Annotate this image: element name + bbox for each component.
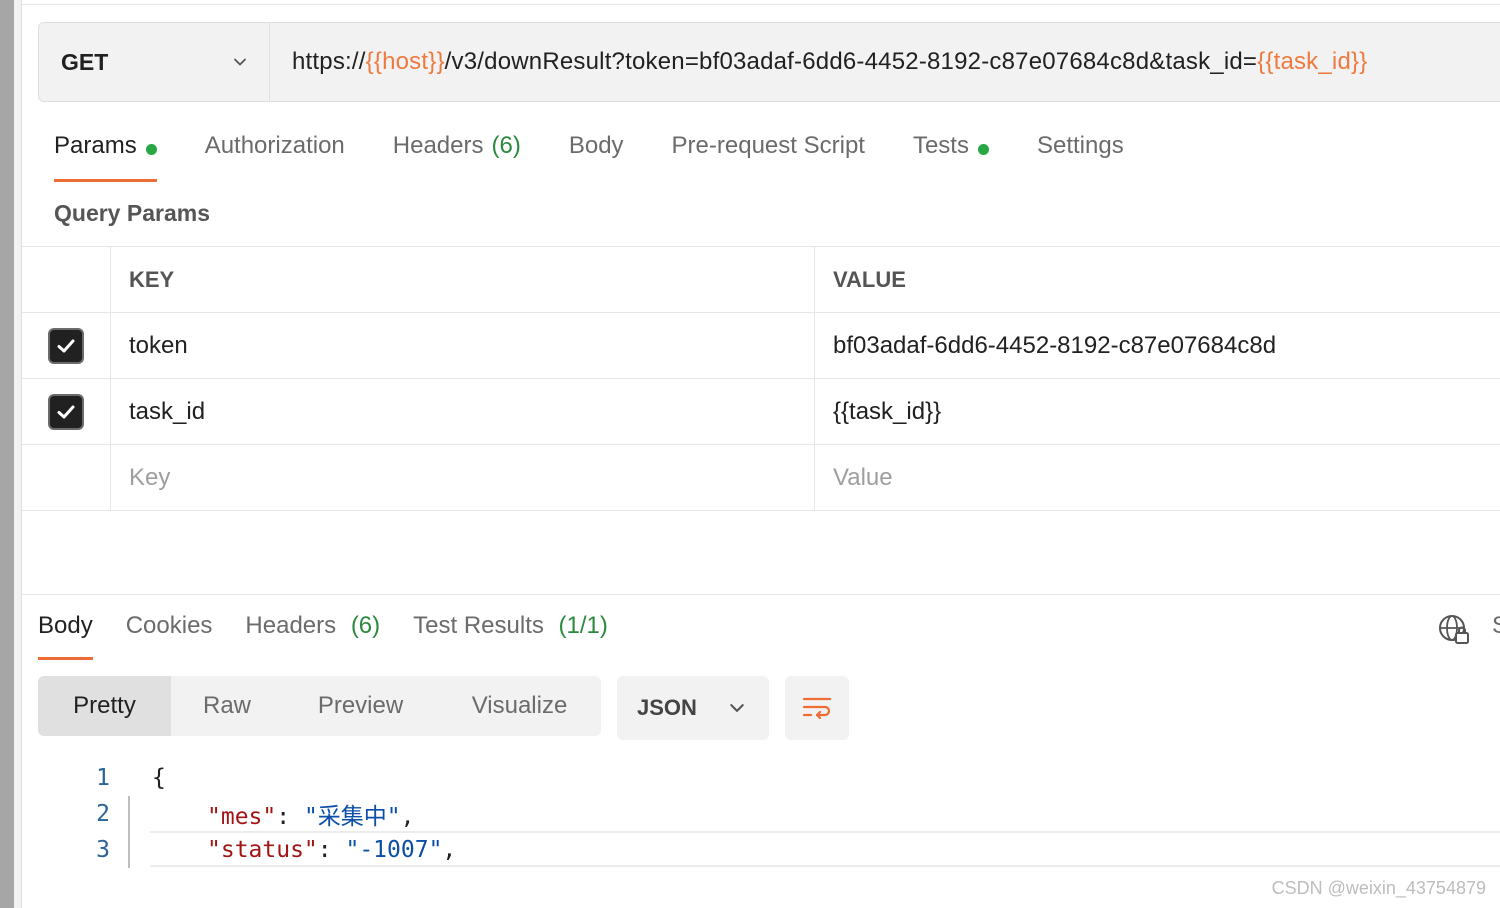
url-scheme: https:// — [292, 48, 366, 75]
tab-test-results[interactable]: Test Results (1/1) — [413, 612, 608, 660]
value-column-header: VALUE — [833, 266, 906, 292]
view-preview[interactable]: Preview — [283, 676, 438, 736]
code-text: "mes": "采集中", — [110, 797, 415, 831]
checkmark-icon — [57, 405, 75, 418]
chevron-down-icon — [234, 58, 246, 66]
code-line: 3 "status": "-1007", — [22, 832, 1500, 868]
param-value-cell[interactable]: bf03adaf-6dd6-4452-8192-c87e07684c8d — [815, 313, 1500, 378]
format-label: JSON — [637, 695, 697, 720]
chevron-down-icon — [730, 704, 744, 712]
tab-tests-label: Tests — [912, 132, 969, 159]
tab-response-headers-label: Headers — [245, 612, 337, 639]
header-check-cell — [22, 247, 111, 312]
left-rail — [0, 0, 14, 908]
view-pretty[interactable]: Pretty — [38, 676, 171, 736]
method-label: GET — [61, 48, 109, 75]
tab-cookies[interactable]: Cookies — [126, 612, 213, 660]
code-text: "status": "-1007", — [110, 837, 456, 863]
json-value: "-1007" — [345, 837, 443, 863]
wrap-lines-button[interactable] — [785, 676, 849, 740]
tab-response-headers-count: (6) — [350, 612, 381, 639]
left-rail-inner — [14, 0, 22, 908]
line-number: 1 — [96, 765, 110, 791]
row-check-cell — [22, 445, 111, 510]
top-divider — [22, 4, 1500, 5]
checkmark-icon — [57, 339, 75, 352]
tab-authorization[interactable]: Authorization — [205, 132, 345, 182]
code-text: { — [152, 765, 166, 791]
tab-headers[interactable]: Headers (6) — [393, 132, 521, 182]
code-line: 1 { — [22, 760, 1500, 796]
url-bar: GET https://{{host}}/v3/downResult?token… — [38, 22, 1500, 102]
tab-tests[interactable]: Tests — [913, 132, 989, 182]
table-row: token bf03adaf-6dd6-4452-8192-c87e07684c… — [22, 313, 1500, 379]
globe-lock-icon[interactable] — [1437, 612, 1471, 646]
key-column-header: KEY — [111, 247, 815, 312]
tab-body[interactable]: Body — [569, 132, 624, 182]
code-line: 2 "mes": "采集中", — [22, 796, 1500, 832]
json-key: "status" — [207, 837, 318, 863]
json-tail: , — [400, 804, 415, 830]
row-check-cell — [22, 313, 111, 378]
view-mode-selector: Pretty Raw Preview Visualize — [38, 676, 601, 736]
query-params-title: Query Params — [54, 200, 210, 226]
request-tabs: Params Authorization Headers (6) Body Pr… — [54, 132, 1172, 182]
tab-body-label: Body — [568, 132, 624, 159]
tab-pre-request-script-label: Pre-request Script — [671, 132, 865, 159]
json-tail: , — [442, 837, 457, 863]
tab-response-body[interactable]: Body — [38, 612, 93, 660]
param-checkbox[interactable] — [48, 327, 84, 364]
params-active-dot — [145, 144, 157, 155]
json-sep: : — [317, 837, 346, 863]
method-select[interactable]: GET — [39, 23, 270, 101]
tab-settings-label: Settings — [1036, 132, 1124, 159]
url-task-variable: {{task_id}} — [1257, 48, 1368, 75]
tab-test-results-label: Test Results — [413, 612, 544, 639]
tab-headers-label: Headers — [392, 132, 484, 159]
tab-cookies-label: Cookies — [125, 612, 213, 639]
param-key-cell[interactable]: task_id — [111, 379, 815, 444]
response-code[interactable]: 1 { 2 "mes": "采集中", 3 "status": "-1007", — [22, 760, 1500, 868]
tab-response-body-label: Body — [38, 612, 93, 639]
line-number: 2 — [96, 801, 110, 827]
tab-params-label: Params — [54, 132, 137, 159]
param-checkbox[interactable] — [48, 393, 84, 430]
url-host-variable: {{host}} — [365, 48, 445, 75]
json-sep: : — [276, 804, 304, 830]
new-key-input[interactable]: Key — [111, 445, 815, 510]
line-number: 3 — [96, 837, 110, 863]
new-value-input[interactable]: Value — [815, 445, 1500, 510]
view-raw[interactable]: Raw — [171, 676, 283, 736]
tab-headers-count: (6) — [491, 132, 521, 159]
table-row-empty: Key Value — [22, 445, 1500, 511]
url-input[interactable]: https://{{host}}/v3/downResult?token=bf0… — [270, 48, 1367, 76]
watermark: CSDN @weixin_43754879 — [1271, 878, 1486, 898]
tab-authorization-label: Authorization — [204, 132, 345, 159]
tab-response-headers[interactable]: Headers (6) — [245, 612, 380, 660]
table-row: task_id {{task_id}} — [22, 379, 1500, 445]
json-key: "mes" — [207, 804, 277, 830]
response-divider[interactable] — [22, 594, 1500, 595]
view-visualize[interactable]: Visualize — [438, 676, 601, 736]
tab-settings[interactable]: Settings — [1037, 132, 1124, 182]
tab-test-results-count: (1/1) — [558, 612, 608, 639]
truncated-label[interactable]: S — [1492, 612, 1500, 640]
response-tabs: Body Cookies Headers (6) Test Results (1… — [38, 612, 641, 660]
param-key-cell[interactable]: token — [111, 313, 815, 378]
wrap-lines-icon — [802, 697, 832, 720]
param-value-cell[interactable]: {{task_id}} — [815, 379, 1500, 444]
json-value: "采集中" — [303, 804, 401, 830]
row-check-cell — [22, 379, 111, 444]
tab-params[interactable]: Params — [54, 132, 157, 182]
tab-pre-request-script[interactable]: Pre-request Script — [672, 132, 865, 182]
tests-active-dot — [977, 144, 989, 155]
format-select[interactable]: JSON — [617, 676, 769, 740]
url-path: /v3/downResult?token=bf03adaf-6dd6-4452-… — [444, 48, 1258, 75]
query-params-table: KEY VALUE token bf03adaf-6dd6-4452-8192-… — [22, 246, 1500, 511]
table-header-row: KEY VALUE — [22, 247, 1500, 313]
